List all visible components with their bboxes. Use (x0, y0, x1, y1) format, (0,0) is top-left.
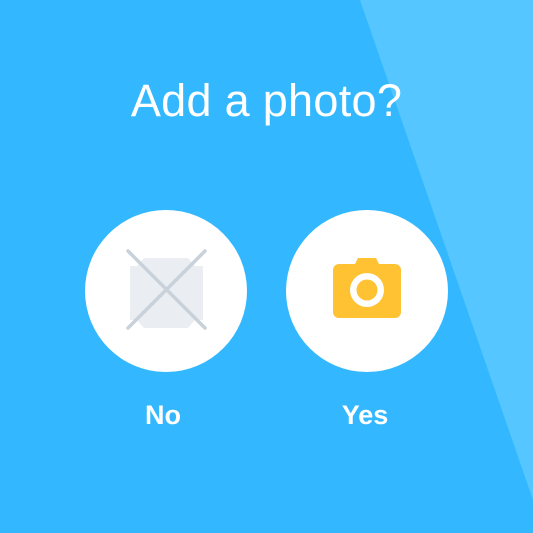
no-label: No (145, 400, 181, 430)
yes-button[interactable] (286, 210, 448, 372)
no-button[interactable] (85, 210, 247, 372)
page-title: Add a photo? (130, 75, 403, 126)
no-photo-icon (126, 249, 207, 330)
camera-icon (333, 258, 401, 318)
yes-label: Yes (341, 400, 389, 430)
